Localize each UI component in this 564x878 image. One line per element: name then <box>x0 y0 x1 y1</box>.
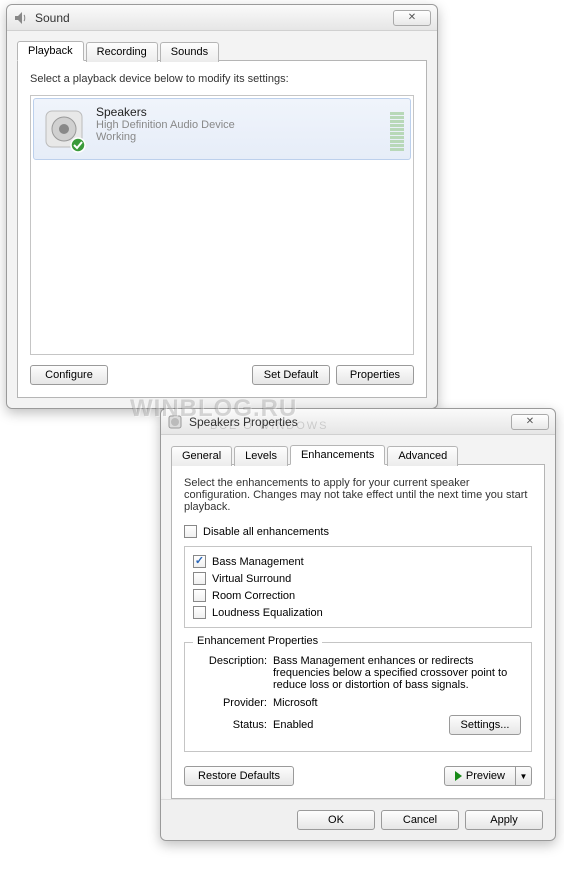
provider-label: Provider: <box>195 697 273 709</box>
close-icon[interactable]: ✕ <box>393 10 431 26</box>
props-titlebar[interactable]: Speakers Properties ✕ <box>161 409 555 435</box>
preview-label: Preview <box>466 770 505 782</box>
sound-titlebar[interactable]: Sound ✕ <box>7 5 437 31</box>
device-speaker-icon <box>40 105 88 153</box>
sound-instruction: Select a playback device below to modify… <box>30 73 414 85</box>
enh-label: Room Correction <box>212 590 295 602</box>
device-item-speakers[interactable]: Speakers High Definition Audio Device Wo… <box>33 98 411 160</box>
checkbox[interactable] <box>193 572 206 585</box>
status-value: Enabled <box>273 719 449 731</box>
vu-meter <box>390 105 404 153</box>
sound-button-row: Configure Set Default Properties <box>30 365 414 385</box>
enh-loudness-equalization[interactable]: Loudness Equalization <box>193 604 523 621</box>
props-title: Speakers Properties <box>189 415 511 429</box>
tab-footer: Restore Defaults Preview ▼ <box>184 766 532 786</box>
device-info: Speakers High Definition Audio Device Wo… <box>96 105 390 153</box>
device-name: Speakers <box>96 105 390 119</box>
props-body: General Levels Enhancements Advanced Sel… <box>161 435 555 799</box>
sound-tabs: Playback Recording Sounds <box>17 41 427 61</box>
enh-label: Bass Management <box>212 556 304 568</box>
settings-button[interactable]: Settings... <box>449 715 521 735</box>
enh-label: Loudness Equalization <box>212 607 323 619</box>
tab-advanced[interactable]: Advanced <box>387 446 458 466</box>
preview-button[interactable]: Preview <box>444 766 516 786</box>
tab-playback[interactable]: Playback <box>17 41 84 61</box>
group-title: Enhancement Properties <box>193 635 322 647</box>
props-tabpanel: Select the enhancements to apply for you… <box>171 464 545 799</box>
play-icon <box>455 771 462 781</box>
props-instruction: Select the enhancements to apply for you… <box>184 477 532 513</box>
disable-all-row[interactable]: Disable all enhancements <box>184 523 532 540</box>
enh-virtual-surround[interactable]: Virtual Surround <box>193 570 523 587</box>
enh-bass-management[interactable]: Bass Management <box>193 553 523 570</box>
speaker-icon <box>13 10 29 26</box>
device-list[interactable]: Speakers High Definition Audio Device Wo… <box>30 95 414 355</box>
enh-label: Virtual Surround <box>212 573 291 585</box>
speaker-icon <box>167 414 183 430</box>
provider-value: Microsoft <box>273 697 521 709</box>
properties-button[interactable]: Properties <box>336 365 414 385</box>
tab-sounds[interactable]: Sounds <box>160 42 219 62</box>
speakers-properties-window: Speakers Properties ✕ General Levels Enh… <box>160 408 556 841</box>
tab-general[interactable]: General <box>171 446 232 466</box>
tab-enhancements[interactable]: Enhancements <box>290 445 385 465</box>
configure-button[interactable]: Configure <box>30 365 108 385</box>
restore-defaults-button[interactable]: Restore Defaults <box>184 766 294 786</box>
ok-button[interactable]: OK <box>297 810 375 830</box>
enhancements-list: Bass Management Virtual Surround Room Co… <box>184 546 532 628</box>
sound-tabpanel: Select a playback device below to modify… <box>17 60 427 398</box>
checkbox[interactable] <box>193 589 206 602</box>
enh-room-correction[interactable]: Room Correction <box>193 587 523 604</box>
device-status: Working <box>96 131 390 143</box>
tab-levels[interactable]: Levels <box>234 446 288 466</box>
checkbox[interactable] <box>193 606 206 619</box>
disable-all-label: Disable all enhancements <box>203 526 329 538</box>
description-value: Bass Management enhances or redirects fr… <box>273 655 521 691</box>
enhancement-properties-group: Enhancement Properties Description: Bass… <box>184 642 532 752</box>
preview-split-button[interactable]: Preview ▼ <box>444 766 532 786</box>
props-tabs: General Levels Enhancements Advanced <box>171 445 545 465</box>
preview-dropdown[interactable]: ▼ <box>516 766 532 786</box>
status-label: Status: <box>195 719 273 731</box>
checkbox[interactable] <box>193 555 206 568</box>
sound-title: Sound <box>35 11 393 25</box>
apply-button[interactable]: Apply <box>465 810 543 830</box>
disable-all-checkbox[interactable] <box>184 525 197 538</box>
tab-recording[interactable]: Recording <box>86 42 158 62</box>
sound-window: Sound ✕ Playback Recording Sounds Select… <box>6 4 438 409</box>
dialog-footer: OK Cancel Apply <box>161 799 555 840</box>
device-sub: High Definition Audio Device <box>96 119 390 131</box>
set-default-button[interactable]: Set Default <box>252 365 330 385</box>
close-icon[interactable]: ✕ <box>511 414 549 430</box>
cancel-button[interactable]: Cancel <box>381 810 459 830</box>
description-label: Description: <box>195 655 273 691</box>
sound-body: Playback Recording Sounds Select a playb… <box>7 31 437 408</box>
